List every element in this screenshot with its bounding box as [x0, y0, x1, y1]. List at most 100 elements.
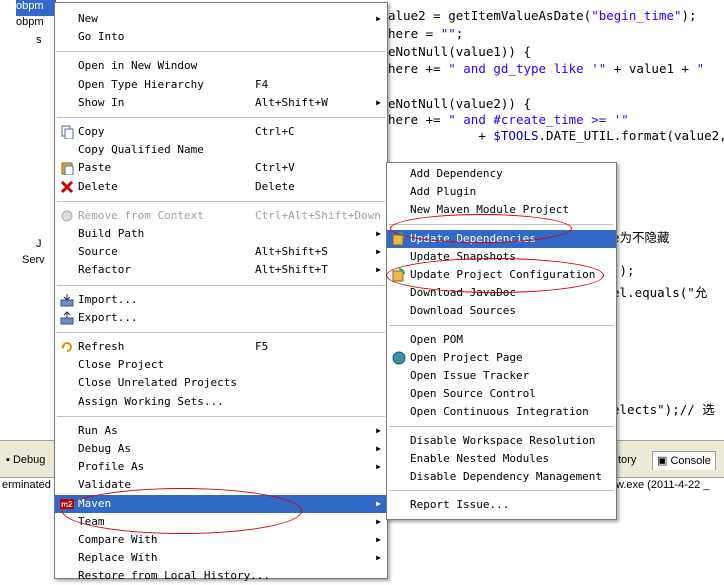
code-line: here = "";: [388, 26, 464, 41]
menu-item-label: Export...: [78, 310, 138, 324]
menu-item-compare-with[interactable]: Compare With ▶: [55, 531, 387, 549]
menu-item-replace-with[interactable]: Replace With ▶: [55, 549, 387, 567]
menu-item-restore-from-local-history[interactable]: Restore from Local History...: [55, 567, 387, 585]
menu-item-label: Open Source Control: [410, 387, 536, 401]
tab-console[interactable]: ▣ Console: [652, 451, 716, 470]
menu-item-label: Paste: [78, 161, 112, 175]
menu-item-shortcut: Alt+Shift+W: [255, 95, 328, 109]
maven-submenu: Add Dependency Add Plugin New Maven Module…: [386, 162, 617, 520]
menu-item-label: Build Path: [78, 227, 145, 240]
submenu-arrow-icon: ▶: [376, 265, 381, 275]
menu-item-label: Add Plugin: [410, 185, 477, 199]
menu-item-label: Add Dependency: [410, 167, 503, 180]
submenu-arrow-icon: ▶: [376, 444, 381, 453]
menu-separator: [389, 425, 614, 427]
code-line: eNotNull(value2)) {: [388, 96, 531, 111]
menu-separator: [57, 284, 385, 286]
tree-item[interactable]: J: [36, 238, 42, 254]
menu-item-close-project[interactable]: Close Project: [55, 356, 387, 374]
refresh-icon: [60, 340, 74, 354]
tree-item[interactable]: obpm: [16, 16, 44, 32]
submenu-arrow-icon: ▶: [376, 14, 381, 23]
menu-item-enable-nested-modules[interactable]: Enable Nested Modules: [387, 450, 616, 468]
code-line: here += " and gd_type like '" + value1 +…: [388, 61, 705, 76]
menu-item-label: Refactor: [78, 263, 131, 277]
menu-item-show-in[interactable]: Show In Alt+Shift+W ▶: [55, 94, 387, 112]
menu-item-label: Profile As: [78, 460, 145, 474]
menu-item-maven[interactable]: m2 Maven ▶: [55, 494, 387, 513]
status-left: erminated: [2, 479, 51, 491]
menu-item-export[interactable]: Export...: [55, 309, 387, 327]
menu-item-update-snapshots[interactable]: Update Snapshots: [387, 248, 616, 266]
menu-item-assign-working-sets[interactable]: Assign Working Sets...: [55, 393, 387, 411]
menu-item-profile-as[interactable]: Profile As ▶: [55, 458, 387, 476]
menu-item-label: Show In: [78, 95, 125, 109]
menu-item-download-javadoc[interactable]: Download JavaDoc: [387, 284, 616, 302]
menu-item-label: New Maven Module Project: [410, 203, 569, 217]
menu-item-label: Restore from Local History...: [78, 569, 271, 583]
export-icon: [60, 311, 74, 325]
menu-item-delete[interactable]: Delete Delete: [55, 178, 387, 196]
tree-item-label: J: [36, 238, 42, 250]
menu-item-import[interactable]: Import...: [55, 291, 387, 309]
menu-item-disable-dependency-management[interactable]: Disable Dependency Management: [387, 468, 616, 486]
menu-item-validate[interactable]: Validate: [55, 476, 387, 494]
menu-item-copy[interactable]: Copy Ctrl+C: [55, 123, 387, 141]
tree-item-selected[interactable]: obpm: [16, 0, 56, 16]
menu-item-remove-from-context: Remove from Context Ctrl+Alt+Shift+Down: [55, 207, 387, 225]
menu-item-build-path[interactable]: Build Path ▶: [55, 225, 387, 243]
menu-item-source[interactable]: Source Alt+Shift+S ▶: [55, 243, 387, 261]
tree-item-servers[interactable]: Serv: [22, 254, 45, 270]
code-comment: e为不隐藏: [612, 230, 670, 245]
menu-item-team[interactable]: Team ▶: [55, 513, 387, 531]
menu-item-disable-workspace-resolution[interactable]: Disable Workspace Resolution: [387, 432, 616, 450]
code-fragment-selects: elects");// 选: [612, 402, 715, 417]
code-line: + $TOOLS.DATE_UTIL.format(value2, ": [388, 128, 724, 143]
tab-history[interactable]: tory: [618, 451, 636, 469]
menu-item-new[interactable]: New ▶: [55, 10, 387, 28]
menu-item-update-dependencies[interactable]: Update Dependencies: [387, 229, 616, 248]
menu-item-shortcut: F4: [255, 77, 269, 91]
menu-item-new-maven-module-project[interactable]: New Maven Module Project: [387, 201, 616, 219]
menu-item-add-plugin[interactable]: Add Plugin: [387, 183, 616, 201]
submenu-arrow-icon: ▶: [376, 425, 381, 435]
menu-item-open-project-page[interactable]: Open Project Page: [387, 349, 616, 367]
svg-text:m2: m2: [61, 500, 73, 509]
menu-item-label: Open in New Window: [78, 59, 198, 73]
tab-debug[interactable]: ▪ Debug: [6, 451, 45, 469]
menu-item-label: Update Dependencies: [410, 231, 536, 245]
menu-item-label: Close Project: [78, 358, 165, 372]
menu-item-shortcut: Ctrl+C: [255, 125, 295, 138]
submenu-arrow-icon: ▶: [376, 97, 381, 107]
menu-item-label: Update Snapshots: [410, 249, 516, 263]
context-menu: New ▶ Go Into Open in New Window Open Type H…: [54, 2, 388, 582]
menu-item-paste[interactable]: Paste Ctrl+V: [55, 159, 387, 177]
menu-item-add-dependency[interactable]: Add Dependency: [387, 165, 616, 183]
menu-item-go-into[interactable]: Go Into: [55, 28, 387, 46]
menu-item-label: Refresh: [78, 340, 125, 353]
menu-item-open-issue-tracker[interactable]: Open Issue Tracker: [387, 367, 616, 385]
code-line: alue2 = getItemValueAsDate("begin_time")…: [388, 8, 697, 23]
submenu-arrow-icon: ▶: [376, 229, 381, 238]
menu-item-run-as[interactable]: Run As ▶: [55, 422, 387, 440]
menu-item-shortcut: Delete: [255, 179, 295, 193]
menu-item-download-sources[interactable]: Download Sources: [387, 302, 616, 320]
menu-item-refresh[interactable]: Refresh F5: [55, 338, 387, 356]
tree-item[interactable]: s: [36, 34, 42, 50]
menu-item-open-source-control[interactable]: Open Source Control: [387, 385, 616, 403]
menu-item-update-project-configuration[interactable]: Update Project Configuration: [387, 266, 616, 284]
menu-item-refactor[interactable]: Refactor Alt+Shift+T ▶: [55, 261, 387, 279]
menu-item-shortcut: Ctrl+Alt+Shift+Down: [255, 208, 381, 222]
project-explorer-tree[interactable]: obpm obpm s J Serv: [0, 0, 56, 275]
menu-item-open-type-hierarchy[interactable]: Open Type Hierarchy F4: [55, 76, 387, 94]
menu-item-open-continuous-integration[interactable]: Open Continuous Integration: [387, 403, 616, 421]
import-icon: [60, 293, 74, 307]
submenu-arrow-icon: ▶: [376, 535, 381, 544]
menu-separator: [57, 51, 385, 53]
menu-item-open-in-new-window[interactable]: Open in New Window: [55, 57, 387, 75]
menu-item-open-pom[interactable]: Open POM: [387, 331, 616, 349]
menu-item-report-issue[interactable]: Report Issue...: [387, 496, 616, 514]
menu-item-copy-qualified-name[interactable]: Copy Qualified Name: [55, 141, 387, 159]
menu-item-close-unrelated-projects[interactable]: Close Unrelated Projects: [55, 374, 387, 392]
menu-item-debug-as[interactable]: Debug As ▶: [55, 440, 387, 458]
